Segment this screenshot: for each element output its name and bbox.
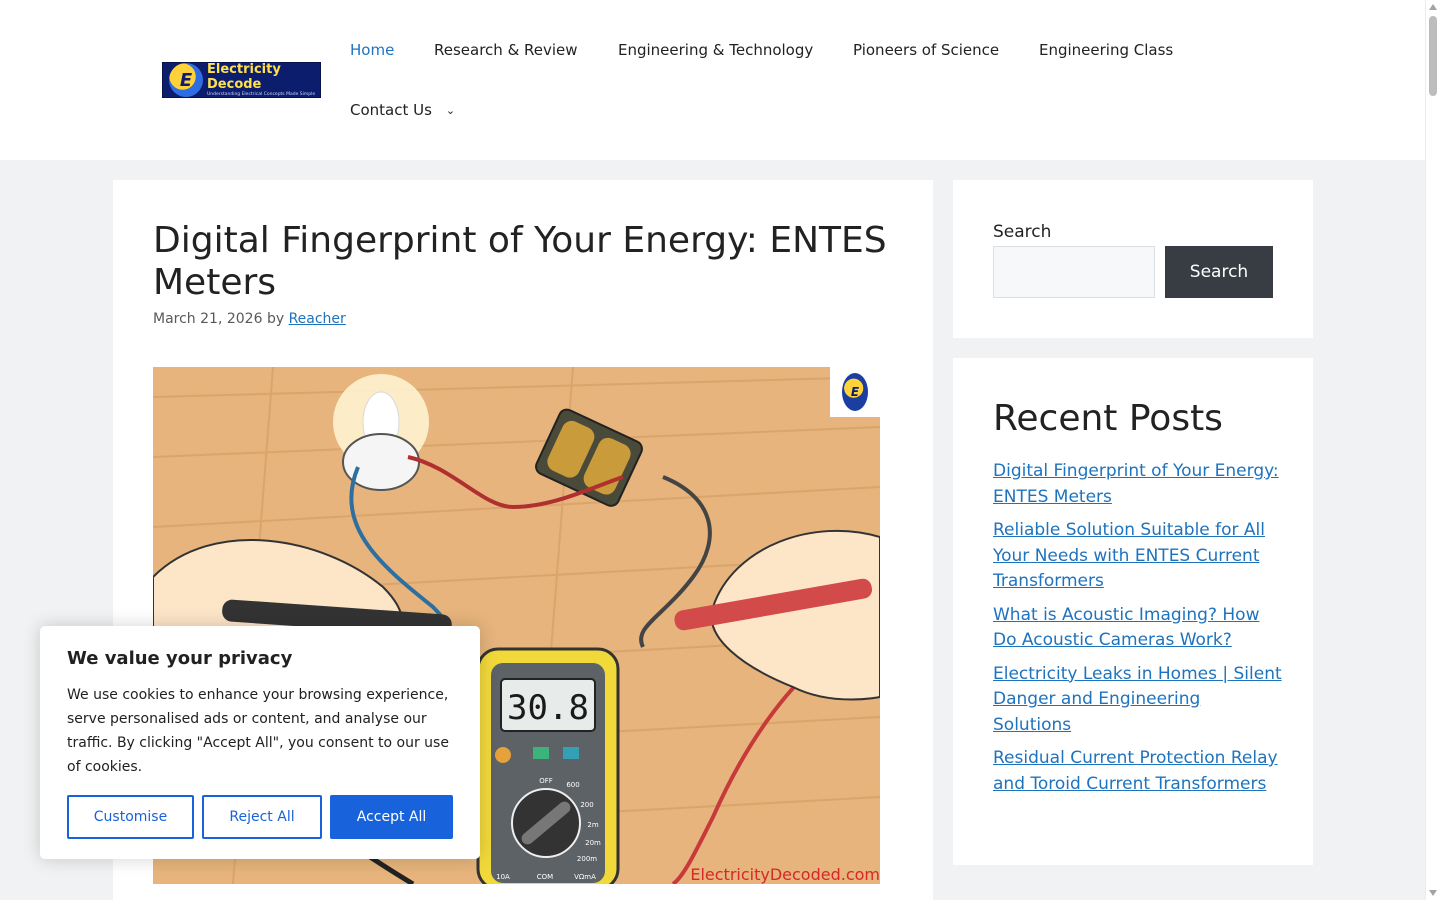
dial-label-off: OFF (539, 777, 553, 785)
recent-post-link[interactable]: What is Acoustic Imaging? How Do Acousti… (993, 605, 1260, 651)
nav-item-contact-us[interactable]: Contact Us ⌄ (350, 100, 455, 122)
logo-title: Electricity Decode (207, 62, 281, 92)
dial-label-vohm: VΩmA (574, 873, 596, 881)
article-by: by (266, 311, 285, 327)
nav-item-engineering-technology[interactable]: Engineering & Technology (618, 40, 813, 60)
search-label: Search (993, 222, 1052, 242)
list-item: What is Acoustic Imaging? How Do Acousti… (993, 603, 1283, 654)
article-author-link[interactable]: Reacher (289, 311, 346, 327)
recent-post-link[interactable]: Digital Fingerprint of Your Energy: ENTE… (993, 461, 1279, 507)
reject-all-button[interactable]: Reject All (202, 795, 322, 839)
recent-posts-title: Recent Posts (993, 398, 1223, 439)
cookie-consent-banner: We value your privacy We use cookies to … (40, 626, 480, 859)
recent-posts-list: Digital Fingerprint of Your Energy: ENTE… (993, 459, 1283, 805)
list-item: Reliable Solution Suitable for All Your … (993, 518, 1283, 595)
recent-post-link[interactable]: Reliable Solution Suitable for All Your … (993, 520, 1265, 591)
logo-text: Electricity Decode Understanding Electri… (207, 62, 320, 97)
dial-label-600: 600 (566, 781, 579, 789)
article-date: March 21, 2026 (153, 311, 263, 327)
recent-post-link[interactable]: Electricity Leaks in Homes | Silent Dang… (993, 664, 1282, 735)
recent-posts-widget: Recent Posts Digital Fingerprint of Your… (953, 358, 1313, 865)
list-item: Electricity Leaks in Homes | Silent Dang… (993, 662, 1283, 739)
meter-reading: 30.8 (507, 688, 589, 728)
list-item: Digital Fingerprint of Your Energy: ENTE… (993, 459, 1283, 510)
site-header: E Electricity Decode Understanding Elect… (0, 0, 1425, 160)
badge-logo-icon: E (842, 373, 868, 411)
multimeter: 30.8 OFF 600 200 2m 20m 200m 10A COM VΩm… (476, 647, 620, 884)
image-watermark: ElectricityDecoded.com (690, 865, 880, 884)
customise-button[interactable]: Customise (67, 795, 194, 839)
dial-label-com: COM (537, 873, 553, 881)
chevron-down-icon[interactable]: ⌄ (446, 101, 455, 121)
site-logo[interactable]: E Electricity Decode Understanding Elect… (162, 62, 321, 98)
search-widget: Search Search (953, 180, 1313, 338)
search-input[interactable] (993, 246, 1155, 298)
recent-post-link[interactable]: Residual Current Protection Relay and To… (993, 748, 1278, 794)
logo-mark-icon: E (169, 63, 203, 97)
nav-item-engineering-class[interactable]: Engineering Class (1039, 40, 1173, 60)
logo-tagline: Understanding Electrical Concepts Made S… (207, 92, 316, 97)
dial-label-2m: 2m (587, 821, 598, 829)
cookie-text: We use cookies to enhance your browsing … (67, 687, 449, 775)
page-scrollbar[interactable] (1425, 0, 1440, 900)
cookie-title: We value your privacy (67, 648, 293, 669)
article-title: Digital Fingerprint of Your Energy: ENTE… (153, 220, 887, 303)
list-item: Residual Current Protection Relay and To… (993, 746, 1283, 797)
scroll-up-icon[interactable] (1429, 4, 1437, 10)
image-badge: E (830, 367, 880, 417)
nav-item-contact-us-label: Contact Us (350, 101, 432, 119)
dial-label-200m: 200m (577, 855, 597, 863)
article-meta: March 21, 2026 by Reacher (153, 311, 346, 327)
nav-item-research-review[interactable]: Research & Review (434, 40, 578, 60)
accept-all-button[interactable]: Accept All (330, 795, 453, 839)
nav-item-pioneers-of-science[interactable]: Pioneers of Science (853, 40, 999, 60)
search-button[interactable]: Search (1165, 246, 1273, 298)
nav-item-home[interactable]: Home (350, 40, 394, 60)
scroll-down-icon[interactable] (1429, 890, 1437, 896)
dial-label-200: 200 (580, 801, 593, 809)
dial-label-20m: 20m (585, 839, 601, 847)
dial-label-10a: 10A (496, 873, 510, 881)
scroll-thumb[interactable] (1429, 16, 1437, 96)
